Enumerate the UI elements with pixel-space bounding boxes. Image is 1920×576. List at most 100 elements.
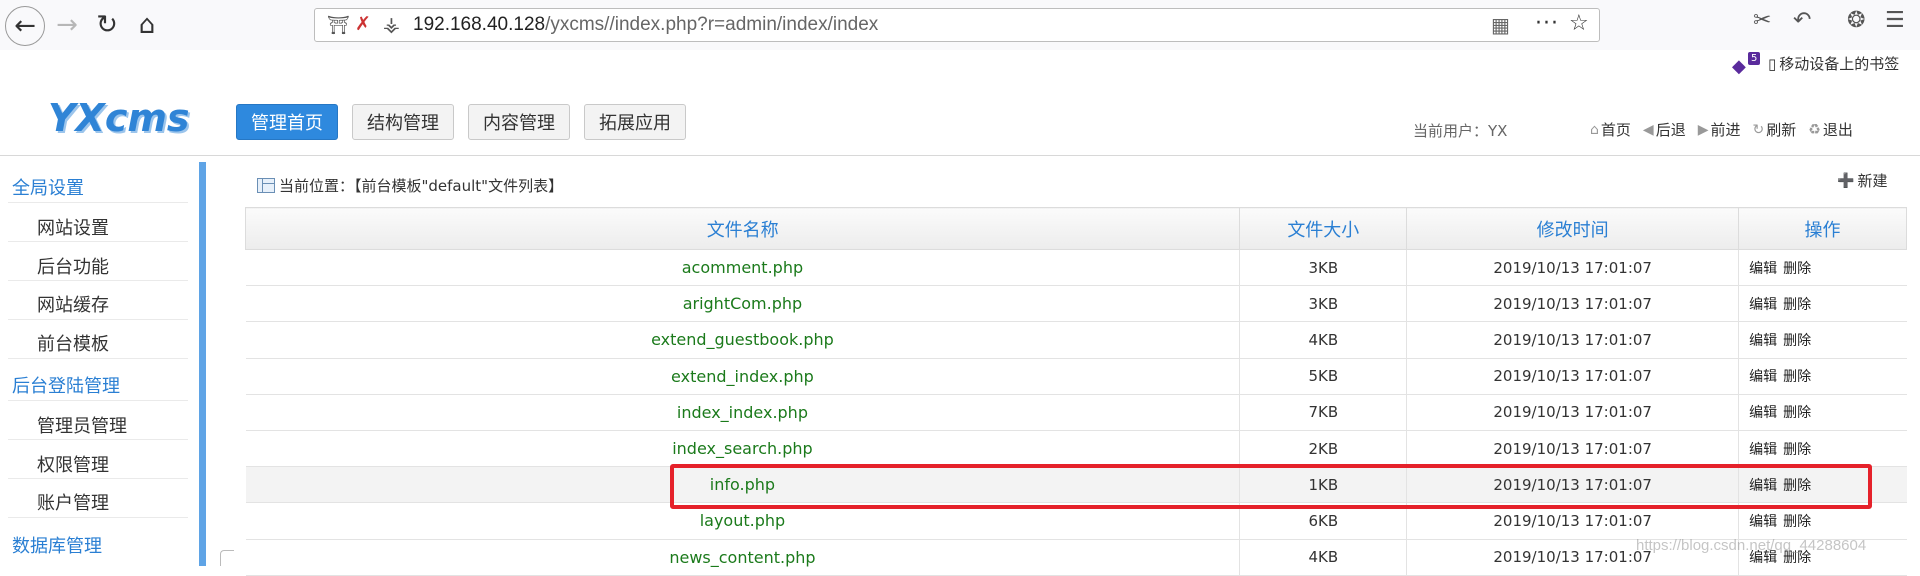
sidebar-item-site-cache[interactable]: 网站缓存 bbox=[37, 291, 109, 317]
divider bbox=[8, 439, 188, 440]
file-name-link[interactable]: acomment.php bbox=[245, 248, 1240, 287]
more-actions-icon[interactable]: ··· bbox=[1535, 11, 1559, 36]
quick-link-home[interactable]: ⌂ 首页 bbox=[1590, 119, 1631, 140]
file-name-link[interactable]: index_search.php bbox=[245, 429, 1240, 468]
reload-icon[interactable]: ↻ bbox=[87, 5, 127, 45]
back-arrow-icon[interactable]: ← bbox=[5, 6, 45, 46]
tab-structure[interactable]: 结构管理 bbox=[352, 104, 454, 140]
main-nav-tabs: 管理首页 结构管理 内容管理 拓展应用 bbox=[236, 104, 686, 140]
sidebar-group-global-settings[interactable]: 全局设置 bbox=[12, 174, 84, 200]
column-header-actions: 操作 bbox=[1738, 207, 1907, 250]
browser-toolbar: ← → ↻ ⌂ ⛩ ✗ ⚶ 192.168.40.128/yxcms//inde… bbox=[0, 0, 1920, 50]
edit-link[interactable]: 编辑 bbox=[1749, 514, 1777, 530]
edit-link[interactable]: 编辑 bbox=[1749, 261, 1777, 277]
table-row: extend_guestbook.php 4KB 2019/10/13 17:01:… bbox=[245, 321, 1907, 359]
new-file-button[interactable]: ➕ 新建 bbox=[1837, 170, 1887, 191]
delete-link[interactable]: 删除 bbox=[1783, 369, 1811, 385]
edit-link[interactable]: 编辑 bbox=[1749, 333, 1777, 349]
edit-link[interactable]: 编辑 bbox=[1749, 297, 1777, 313]
refresh-icon: ↻ bbox=[1752, 121, 1765, 138]
delete-link[interactable]: 删除 bbox=[1783, 478, 1811, 494]
modified-time: 2019/10/13 17:01:07 bbox=[1406, 429, 1739, 468]
table-row: layout.php 6KB 2019/10/13 17:01:07 编辑 删除 bbox=[245, 502, 1907, 540]
delete-link[interactable]: 删除 bbox=[1783, 297, 1811, 313]
sidebar-item-permission-management[interactable]: 权限管理 bbox=[37, 451, 109, 477]
edit-link[interactable]: 编辑 bbox=[1749, 442, 1777, 458]
home-icon[interactable]: ⌂ bbox=[127, 5, 167, 45]
file-name-link[interactable]: extend_index.php bbox=[245, 357, 1240, 395]
tab-admin-home[interactable]: 管理首页 bbox=[236, 104, 338, 140]
sidebar-item-frontend-templates[interactable]: 前台模板 bbox=[37, 330, 109, 356]
sidebar-group-login-management[interactable]: 后台登陆管理 bbox=[12, 372, 120, 398]
mobile-bookmarks[interactable]: ▯ 移动设备上的书签 bbox=[1768, 53, 1899, 74]
house-icon: ⌂ bbox=[1590, 121, 1599, 138]
delete-link[interactable]: 删除 bbox=[1783, 405, 1811, 421]
row-actions: 编辑 删除 bbox=[1738, 429, 1907, 468]
delete-link[interactable]: 删除 bbox=[1783, 514, 1811, 530]
modified-time: 2019/10/13 17:01:07 bbox=[1406, 393, 1739, 431]
divider bbox=[8, 241, 188, 242]
file-name-link[interactable]: arightCom.php bbox=[245, 285, 1240, 323]
file-size: 4KB bbox=[1239, 321, 1407, 359]
delete-link[interactable]: 删除 bbox=[1783, 442, 1811, 458]
column-header-filesize: 文件大小 bbox=[1239, 207, 1408, 250]
sidebar: 全局设置 网站设置 后台功能 网站缓存 前台模板 后台登陆管理 管理员管理 权限… bbox=[0, 162, 206, 566]
sidebar-scrollbar[interactable] bbox=[199, 162, 206, 566]
extensions-icon[interactable]: ❂ bbox=[1847, 8, 1865, 33]
modified-time: 2019/10/13 17:01:07 bbox=[1406, 285, 1739, 323]
mobile-phone-icon: ▯ bbox=[1768, 54, 1777, 73]
shield-icon[interactable]: ⛩ bbox=[327, 15, 350, 36]
sidebar-item-account-management[interactable]: 账户管理 bbox=[37, 489, 109, 515]
screenshot-icon[interactable]: ✂ bbox=[1753, 8, 1771, 33]
insecure-lock-icon[interactable]: ✗ bbox=[355, 13, 371, 35]
sidebar-item-backend-functions[interactable]: 后台功能 bbox=[37, 253, 109, 279]
content-frame-edge bbox=[220, 550, 234, 566]
menu-icon[interactable]: ☰ bbox=[1885, 8, 1905, 33]
modified-time: 2019/10/13 17:01:07 bbox=[1406, 321, 1739, 359]
table-row: index_search.php 2KB 2019/10/13 17:01:07 编辑… bbox=[245, 429, 1907, 468]
file-size: 7KB bbox=[1239, 393, 1407, 431]
tab-content[interactable]: 内容管理 bbox=[468, 104, 570, 140]
sidebar-item-site-settings[interactable]: 网站设置 bbox=[37, 214, 109, 240]
file-name-link[interactable]: extend_guestbook.php bbox=[245, 321, 1240, 359]
undo-icon[interactable]: ↶ bbox=[1793, 8, 1811, 33]
edit-link[interactable]: 编辑 bbox=[1749, 405, 1777, 421]
table-header-row: 文件名称 文件大小 修改时间 操作 bbox=[244, 207, 1907, 250]
yxcms-logo[interactable]: YXcms bbox=[48, 96, 190, 140]
url-text[interactable]: 192.168.40.128/yxcms//index.php?r=admin/… bbox=[413, 14, 878, 36]
quick-link-back[interactable]: ◀ 后退 bbox=[1643, 119, 1686, 140]
divider bbox=[8, 280, 188, 281]
file-name-link[interactable]: news_content.php bbox=[245, 538, 1240, 576]
bookmark-star-icon[interactable]: ☆ bbox=[1569, 11, 1589, 36]
key-icon[interactable]: ⚶ bbox=[383, 12, 400, 36]
quick-link-forward[interactable]: ▶ 前进 bbox=[1698, 119, 1741, 140]
modified-time: 2019/10/13 17:01:07 bbox=[1406, 248, 1739, 287]
forward-arrow-icon[interactable]: → bbox=[47, 5, 87, 45]
quick-link-logout[interactable]: ♻ 退出 bbox=[1808, 119, 1853, 140]
breadcrumb: 当前位置：【前台模板"default"文件列表】 bbox=[257, 175, 563, 196]
delete-link[interactable]: 删除 bbox=[1783, 333, 1811, 349]
divider bbox=[8, 478, 188, 479]
edit-link[interactable]: 编辑 bbox=[1749, 369, 1777, 385]
sidebar-item-admin-management[interactable]: 管理员管理 bbox=[37, 412, 127, 438]
file-list-table: 文件名称 文件大小 修改时间 操作 acomment.php 3KB 2019/10… bbox=[244, 207, 1907, 576]
row-actions: 编辑 删除 bbox=[1738, 502, 1907, 540]
file-name-link[interactable]: info.php bbox=[245, 466, 1240, 504]
modified-time: 2019/10/13 17:01:07 bbox=[1406, 502, 1739, 540]
table-row: info.php 1KB 2019/10/13 17:01:07 编辑 删除 bbox=[245, 466, 1907, 504]
address-bar[interactable]: ⛩ ✗ ⚶ 192.168.40.128/yxcms//index.php?r=… bbox=[314, 8, 1600, 42]
file-name-link[interactable]: layout.php bbox=[245, 502, 1240, 540]
divider bbox=[8, 319, 188, 320]
divider bbox=[8, 517, 188, 518]
file-size: 3KB bbox=[1239, 248, 1407, 287]
sidebar-group-database-management[interactable]: 数据库管理 bbox=[12, 532, 102, 558]
edit-link[interactable]: 编辑 bbox=[1749, 478, 1777, 494]
file-name-link[interactable]: index_index.php bbox=[245, 393, 1240, 431]
column-header-modified: 修改时间 bbox=[1406, 207, 1740, 250]
table-row: acomment.php 3KB 2019/10/13 17:01:07 编辑 删除 bbox=[245, 248, 1907, 287]
pocket-icon[interactable]: ◆ 5 bbox=[1732, 52, 1761, 77]
tab-extensions[interactable]: 拓展应用 bbox=[584, 104, 686, 140]
qr-code-icon[interactable]: ▦ bbox=[1491, 13, 1510, 37]
delete-link[interactable]: 删除 bbox=[1783, 261, 1811, 277]
quick-link-refresh[interactable]: ↻ 刷新 bbox=[1753, 119, 1797, 140]
